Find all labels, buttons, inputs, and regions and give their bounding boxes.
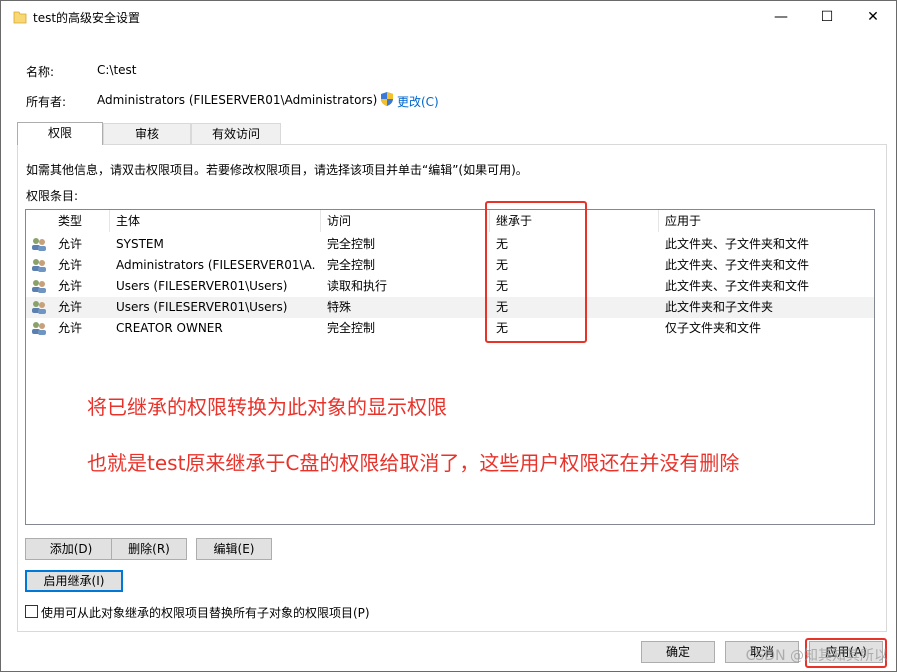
name-label: 名称:	[26, 65, 55, 79]
permission-entries-list[interactable]: 类型 主体 访问 继承于 应用于 允许 SYSTEM 完全控制 无 此文件夹、子…	[25, 209, 875, 525]
change-owner-link[interactable]: 更改(C)	[397, 93, 439, 110]
users-icon	[32, 322, 46, 335]
name-value: C:\test	[97, 63, 137, 77]
table-row[interactable]: 允许 CREATOR OWNER 完全控制 无 仅子文件夹和文件	[26, 318, 874, 339]
ok-button[interactable]: 确定	[641, 641, 715, 663]
edit-button[interactable]: 编辑(E)	[196, 538, 272, 560]
users-icon	[32, 301, 46, 314]
uac-shield-icon	[381, 92, 393, 106]
tab-auditing[interactable]: 审核	[103, 123, 191, 144]
maximize-button[interactable]: ☐	[804, 1, 850, 33]
tab-effective-access[interactable]: 有效访问	[191, 123, 281, 144]
replace-child-permissions-label: 使用可从此对象继承的权限项目替换所有子对象的权限项目(P)	[41, 606, 370, 620]
row-type: 允许	[58, 279, 83, 293]
row-principal: Users (FILESERVER01\Users)	[116, 300, 288, 314]
row-type: 允许	[58, 258, 83, 272]
inherited-column-highlight	[485, 201, 587, 343]
row-principal: SYSTEM	[116, 237, 164, 251]
column-type[interactable]: 类型	[52, 210, 110, 232]
tab-permissions[interactable]: 权限	[17, 122, 103, 145]
row-principal: Administrators (FILESERVER01\A...	[116, 258, 316, 272]
row-principal: CREATOR OWNER	[116, 321, 223, 335]
row-applies: 此文件夹、子文件夹和文件	[665, 279, 810, 293]
title-bar: test的高级安全设置 — ☐ ✕	[1, 1, 896, 33]
row-access: 完全控制	[327, 237, 376, 251]
column-applies-to[interactable]: 应用于	[659, 210, 874, 232]
enable-inheritance-button[interactable]: 启用继承(I)	[25, 570, 123, 592]
row-principal: Users (FILESERVER01\Users)	[116, 279, 288, 293]
table-row[interactable]: 允许 Users (FILESERVER01\Users) 读取和执行 无 此文…	[26, 276, 874, 297]
column-principal[interactable]: 主体	[110, 210, 321, 232]
advanced-security-window: test的高级安全设置 — ☐ ✕ 名称: C:\test 所有者: Admin…	[0, 0, 897, 672]
replace-child-permissions-checkbox[interactable]	[25, 605, 38, 618]
folder-icon	[13, 11, 27, 24]
row-access: 完全控制	[327, 321, 376, 335]
row-applies: 仅子文件夹和文件	[665, 321, 762, 335]
add-button[interactable]: 添加(D)	[25, 538, 117, 560]
row-applies: 此文件夹、子文件夹和文件	[665, 258, 810, 272]
info-text: 如需其他信息，请双击权限项目。若要修改权限项目，请选择该项目并单击“编辑”(如果…	[26, 163, 528, 177]
users-icon	[32, 238, 46, 251]
entries-label: 权限条目:	[26, 189, 79, 203]
table-row[interactable]: 允许 Administrators (FILESERVER01\A... 完全控…	[26, 255, 874, 276]
users-icon	[32, 259, 46, 272]
row-type: 允许	[58, 321, 83, 335]
list-header: 类型 主体 访问 继承于 应用于	[26, 210, 874, 232]
row-applies: 此文件夹、子文件夹和文件	[665, 237, 810, 251]
table-row[interactable]: 允许 Users (FILESERVER01\Users) 特殊 无 此文件夹和…	[26, 297, 874, 318]
column-access[interactable]: 访问	[321, 210, 490, 232]
minimize-button[interactable]: —	[758, 1, 804, 33]
annotation-line-2: 也就是test原来继承于C盘的权限给取消了，这些用户权限还在并没有删除	[87, 451, 740, 475]
table-row[interactable]: 允许 SYSTEM 完全控制 无 此文件夹、子文件夹和文件	[26, 234, 874, 255]
close-button[interactable]: ✕	[850, 1, 896, 33]
row-applies: 此文件夹和子文件夹	[665, 300, 774, 314]
annotation-line-1: 将已继承的权限转换为此对象的显示权限	[87, 395, 447, 419]
row-access: 完全控制	[327, 258, 376, 272]
owner-value: Administrators (FILESERVER01\Administrat…	[97, 93, 378, 107]
row-access: 特殊	[327, 300, 352, 314]
row-type: 允许	[58, 237, 83, 251]
remove-button[interactable]: 删除(R)	[111, 538, 187, 560]
row-type: 允许	[58, 300, 83, 314]
row-access: 读取和执行	[327, 279, 388, 293]
window-title: test的高级安全设置	[33, 11, 141, 25]
owner-label: 所有者:	[26, 95, 67, 109]
users-icon	[32, 280, 46, 293]
watermark: CSDN @知其知其所以	[745, 648, 888, 664]
